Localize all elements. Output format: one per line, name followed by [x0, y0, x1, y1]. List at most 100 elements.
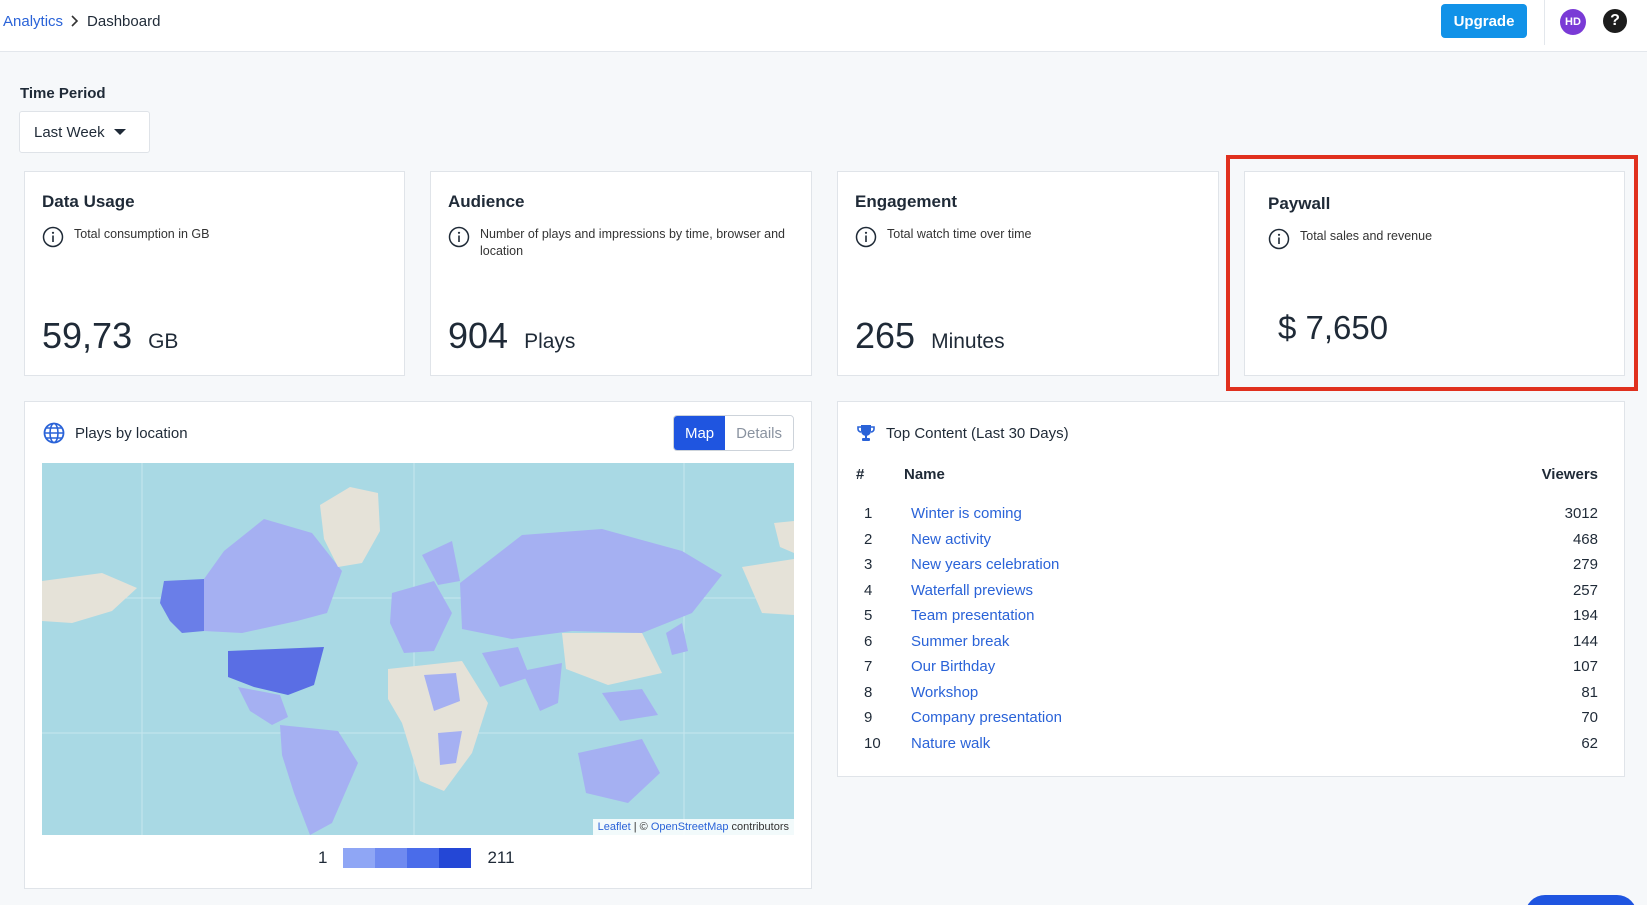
content-link[interactable]: Our Birthday [904, 658, 995, 675]
caret-down-icon [113, 129, 126, 135]
card-value-unit: Plays [524, 330, 576, 353]
panel-title-text: Top Content (Last 30 Days) [886, 424, 1069, 442]
row-viewers: 3012 [1564, 505, 1598, 523]
row-name: Workshop [904, 680, 1415, 706]
breadcrumb-analytics-link[interactable]: Analytics [3, 13, 63, 30]
map-legend: 1 211 [318, 848, 515, 868]
row-rank: 3 [864, 556, 873, 574]
row-name: Winter is coming [904, 501, 1415, 527]
card-value-unit: Minutes [931, 330, 1005, 353]
card-title: Audience [448, 192, 525, 211]
column-header-viewers: Viewers [1541, 466, 1598, 483]
map-view-toggle: Map Details [672, 415, 794, 451]
content-link[interactable]: Summer break [904, 633, 1009, 650]
map-attribution: Leaflet | © OpenStreetMap contributors [592, 819, 794, 835]
panel-title: Top Content (Last 30 Days) [856, 423, 1069, 443]
breadcrumb-current: Dashboard [87, 13, 161, 30]
table-row: 4 Waterfall previews 257 [856, 578, 1598, 604]
row-viewers: 107 [1572, 658, 1598, 676]
leaflet-link[interactable]: Leaflet [598, 821, 631, 833]
card-description: Total watch time over time [855, 226, 1032, 248]
upgrade-button[interactable]: Upgrade [1441, 4, 1527, 38]
floating-action-button[interactable] [1525, 895, 1637, 905]
world-map-graphic [42, 463, 794, 835]
row-name: Waterfall previews [904, 578, 1415, 604]
row-viewers: 194 [1572, 607, 1598, 625]
column-header-rank: # [856, 466, 865, 483]
row-name: Team presentation [904, 603, 1415, 629]
table-row: 9 Company presentation 70 [856, 705, 1598, 731]
table-row: 2 New activity 468 [856, 527, 1598, 553]
card-description-text: Total watch time over time [887, 227, 1032, 241]
card-value-number: 265 [855, 315, 916, 356]
audience-card: Audience Number of plays and impressions… [430, 171, 812, 376]
row-name: Company presentation [904, 705, 1415, 731]
card-value-number: 59,73 [42, 315, 133, 356]
chevron-right-icon [71, 14, 79, 30]
content-link[interactable]: Winter is coming [904, 505, 1022, 522]
help-icon[interactable]: ? [1603, 9, 1627, 33]
user-avatar[interactable]: HD [1560, 9, 1586, 35]
legend-color-scale [343, 848, 472, 868]
card-description-text: Total consumption in GB [74, 227, 210, 241]
row-rank: 9 [864, 709, 873, 727]
row-rank: 1 [864, 505, 873, 523]
table-row: 7 Our Birthday 107 [856, 654, 1598, 680]
row-rank: 2 [864, 530, 873, 548]
table-row: 1 Winter is coming 3012 [856, 501, 1598, 527]
card-description-text: Number of plays and impressions by time,… [480, 227, 785, 258]
trophy-icon [857, 425, 875, 441]
content-link[interactable]: New years celebration [904, 556, 1059, 573]
legend-swatch [343, 848, 376, 868]
card-value: 59,73 GB [42, 315, 178, 357]
content-link[interactable]: Nature walk [904, 735, 990, 752]
row-name: Summer break [904, 629, 1415, 655]
breadcrumb: Analytics Dashboard [3, 13, 160, 30]
card-value-unit: GB [148, 330, 179, 353]
table-row: 6 Summer break 144 [856, 629, 1598, 655]
content-link[interactable]: Workshop [904, 684, 978, 701]
row-viewers: 81 [1581, 683, 1598, 701]
card-value: 265 Minutes [855, 315, 1005, 357]
card-title: Paywall [1268, 194, 1331, 213]
content-link[interactable]: Waterfall previews [904, 582, 1033, 599]
tab-details[interactable]: Details [725, 416, 793, 450]
row-rank: 5 [864, 607, 873, 625]
card-title: Data Usage [42, 192, 135, 211]
content-link[interactable]: Company presentation [904, 709, 1062, 726]
info-icon [448, 226, 470, 248]
table-row: 10 Nature walk 62 [856, 731, 1598, 757]
top-content-table: # Name Viewers 1 Winter is coming 3012 2 New… [856, 466, 1598, 756]
legend-swatch [407, 848, 440, 868]
table-body: 1 Winter is coming 3012 2 New activity 468 3 Ne… [856, 501, 1598, 756]
row-viewers: 257 [1572, 581, 1598, 599]
attribution-separator: | © [630, 821, 651, 833]
card-value-number: 904 [448, 315, 509, 356]
plays-by-location-panel: Plays by location Map Details Leaflet | … [24, 401, 812, 889]
top-content-panel: Top Content (Last 30 Days) # Name Viewer… [837, 401, 1625, 777]
panel-title-text: Plays by location [75, 424, 188, 442]
card-description: Number of plays and impressions by time,… [448, 226, 788, 260]
row-viewers: 62 [1581, 734, 1598, 752]
time-period-select[interactable]: Last Week [19, 111, 150, 153]
globe-icon [43, 422, 65, 444]
content-link[interactable]: New activity [904, 531, 991, 548]
card-title: Engagement [855, 192, 958, 211]
time-period-label: Time Period [20, 85, 106, 102]
info-icon [855, 226, 877, 248]
world-map[interactable]: Leaflet | © OpenStreetMap contributors [42, 463, 794, 835]
table-row: 5 Team presentation 194 [856, 603, 1598, 629]
data-usage-card: Data Usage Total consumption in GB 59,73… [24, 171, 405, 376]
card-description: Total sales and revenue [1268, 228, 1432, 250]
row-name: New years celebration [904, 552, 1415, 578]
info-icon [1268, 228, 1290, 250]
row-name: New activity [904, 527, 1415, 553]
row-viewers: 144 [1572, 632, 1598, 650]
content-link[interactable]: Team presentation [904, 607, 1034, 624]
openstreetmap-link[interactable]: OpenStreetMap [651, 821, 729, 833]
card-description-text: Total sales and revenue [1300, 229, 1433, 243]
row-rank: 6 [864, 632, 873, 650]
tab-map[interactable]: Map [673, 416, 726, 450]
panel-title: Plays by location [43, 422, 188, 444]
card-description: Total consumption in GB [42, 226, 210, 248]
